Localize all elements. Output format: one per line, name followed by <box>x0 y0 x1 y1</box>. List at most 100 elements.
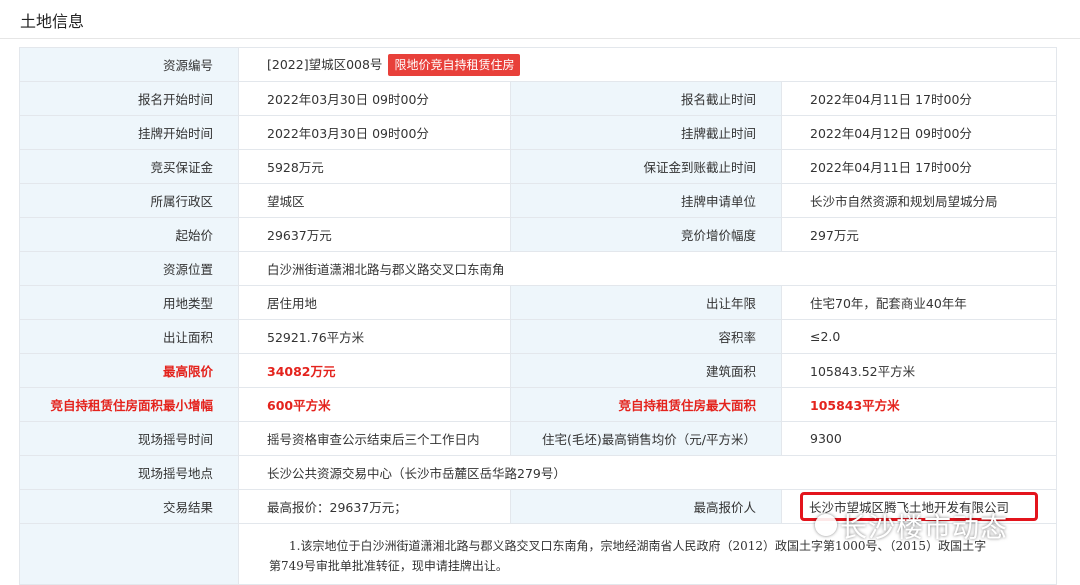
field-value-text: 望城区 <box>267 194 305 209</box>
field-label-text: 最高报价人 <box>693 500 756 515</box>
field-value: 5928万元 <box>238 149 511 184</box>
field-label-text: 用地类型 <box>162 296 213 311</box>
field-label-text: 建筑面积 <box>705 364 756 379</box>
field-label: 保证金到账截止时间 <box>510 149 782 184</box>
field-value: 600平方米 <box>238 387 511 422</box>
field-label-text: 竞价增价幅度 <box>680 228 756 243</box>
field-value-text: 2022年04月11日 17时00分 <box>810 160 972 175</box>
field-label: 现场摇号地点 <box>19 455 239 490</box>
field-label: 现场摇号时间 <box>19 421 239 456</box>
type-badge: 限地价竞自持租赁住房 <box>388 53 521 76</box>
field-value-text: 白沙洲街道潇湘北路与郡义路交叉口东南角 <box>267 262 505 277</box>
field-label-text: 现场摇号地点 <box>137 466 213 481</box>
field-value: 29637万元 <box>238 217 511 252</box>
field-value: 白沙洲街道潇湘北路与郡义路交叉口东南角 <box>237 251 1058 286</box>
field-value: 2022年03月30日 09时00分 <box>238 115 511 150</box>
field-label-text: 竞自持租赁住房面积最小增幅 <box>50 398 213 413</box>
note-label <box>19 523 239 585</box>
field-label-text: 出让面积 <box>162 330 213 345</box>
field-label-text: 容积率 <box>718 330 756 345</box>
field-label: 起始价 <box>19 217 239 252</box>
field-label: 用地类型 <box>19 285 239 320</box>
field-label: 挂牌开始时间 <box>19 115 239 150</box>
field-value-text: 52921.76平方米 <box>267 330 365 345</box>
field-label: 资源位置 <box>19 251 239 286</box>
field-value: [2022]望城区008号 限地价竞自持租赁住房 <box>237 47 1058 82</box>
field-value-text: 34082万元 <box>267 364 336 379</box>
field-value: ≤2.0 <box>780 319 1058 354</box>
table-row: 报名开始时间 2022年03月30日 09时00分 报名截止时间 2022年04月11… <box>19 81 1058 116</box>
field-label-text: 住宅(毛坯)最高销售均价（元/平方米） <box>542 432 756 447</box>
table-row: 竞自持租赁住房面积最小增幅 600平方米 竞自持租赁住房最大面积 105843平方米 <box>19 387 1058 422</box>
field-label: 交易结果 <box>19 489 239 524</box>
table-row: 资源位置 白沙洲街道潇湘北路与郡义路交叉口东南角 <box>19 251 1058 286</box>
table-row: 挂牌开始时间 2022年03月30日 09时00分 挂牌截止时间 2022年04月12… <box>19 115 1058 150</box>
table-row: 最高限价 34082万元 建筑面积 105843.52平方米 <box>19 353 1058 388</box>
field-label: 挂牌申请单位 <box>510 183 782 218</box>
table-row: 出让面积 52921.76平方米 容积率 ≤2.0 <box>19 319 1058 354</box>
table-row: 起始价 29637万元 竞价增价幅度 297万元 <box>19 217 1058 252</box>
watermark: 长沙楼市动态 <box>840 513 1008 544</box>
field-label-text: 现场摇号时间 <box>137 432 213 447</box>
field-label: 竞自持租赁住房面积最小增幅 <box>19 387 239 422</box>
field-label-text: 报名截止时间 <box>680 92 756 107</box>
field-value-text: 105843.52平方米 <box>810 364 916 379</box>
field-value: 297万元 <box>780 217 1058 252</box>
field-value: 34082万元 <box>238 353 511 388</box>
field-value-text: 29637万元 <box>267 228 332 243</box>
table-row: 现场摇号时间 摇号资格审查公示结束后三个工作日内 住宅(毛坯)最高销售均价（元/平方… <box>19 421 1058 456</box>
field-value: 住宅70年，配套商业40年年 <box>780 285 1058 320</box>
field-label-text: 起始价 <box>175 228 213 243</box>
table-row: 竞买保证金 5928万元 保证金到账截止时间 2022年04月11日 17时00分 <box>19 149 1058 184</box>
field-value: 2022年04月11日 17时00分 <box>780 149 1058 184</box>
field-value: 105843.52平方米 <box>780 353 1058 388</box>
field-value: 居住用地 <box>238 285 511 320</box>
title-divider <box>0 38 1080 39</box>
field-value-text: 105843平方米 <box>810 398 900 413</box>
field-value-text: 5928万元 <box>267 160 324 175</box>
field-label: 出让年限 <box>510 285 782 320</box>
table-row: 所属行政区 望城区 挂牌申请单位 长沙市自然资源和规划局望城分局 <box>19 183 1058 218</box>
field-label: 挂牌截止时间 <box>510 115 782 150</box>
field-value-text: 居住用地 <box>267 296 318 311</box>
field-value-text: 600平方米 <box>267 398 331 413</box>
field-label: 容积率 <box>510 319 782 354</box>
field-label-text: 挂牌截止时间 <box>680 126 756 141</box>
field-label: 报名开始时间 <box>19 81 239 116</box>
field-value-text: 297万元 <box>810 228 859 243</box>
field-label-text: 交易结果 <box>162 500 213 515</box>
field-value: 2022年03月30日 09时00分 <box>238 81 511 116</box>
field-label: 报名截止时间 <box>510 81 782 116</box>
field-value-text: 2022年04月11日 17时00分 <box>810 92 972 107</box>
field-value: 长沙市自然资源和规划局望城分局 <box>780 183 1058 218</box>
table-row: 现场摇号地点 长沙公共资源交易中心（长沙市岳麓区岳华路279号） <box>19 455 1058 490</box>
field-label: 最高报价人 <box>510 489 782 524</box>
field-value: 摇号资格审查公示结束后三个工作日内 <box>238 421 511 456</box>
field-value-text: 2022年03月30日 09时00分 <box>267 92 429 107</box>
field-value-text: 2022年03月30日 09时00分 <box>267 126 429 141</box>
field-value-text: [2022]望城区008号 <box>267 56 383 72</box>
field-label-text: 挂牌申请单位 <box>680 194 756 209</box>
field-value: 长沙公共资源交易中心（长沙市岳麓区岳华路279号） <box>237 455 1058 490</box>
field-label: 建筑面积 <box>510 353 782 388</box>
field-label: 最高限价 <box>19 353 239 388</box>
field-label: 竞价增价幅度 <box>510 217 782 252</box>
field-value-text: 9300 <box>810 431 842 446</box>
field-value: 9300 <box>780 421 1058 456</box>
page-title: 土地信息 <box>20 12 85 31</box>
land-info-table: 资源编号 [2022]望城区008号 限地价竞自持租赁住房报名开始时间 2022年03… <box>19 47 1058 585</box>
field-value-text: 摇号资格审查公示结束后三个工作日内 <box>267 432 480 447</box>
field-label-text: 竞自持租赁住房最大面积 <box>618 398 756 413</box>
table-row: 资源编号 [2022]望城区008号 限地价竞自持租赁住房 <box>19 47 1058 82</box>
field-label-text: 最高限价 <box>162 364 213 379</box>
field-label-text: 资源位置 <box>162 262 213 277</box>
field-label: 竞自持租赁住房最大面积 <box>510 387 782 422</box>
table-row: 用地类型 居住用地 出让年限 住宅70年，配套商业40年年 <box>19 285 1058 320</box>
field-label-text: 所属行政区 <box>150 194 213 209</box>
field-label: 住宅(毛坯)最高销售均价（元/平方米） <box>510 421 782 456</box>
field-label-text: 报名开始时间 <box>137 92 213 107</box>
field-value-text: 2022年04月12日 09时00分 <box>810 126 972 141</box>
field-value-text: 长沙公共资源交易中心（长沙市岳麓区岳华路279号） <box>267 466 566 481</box>
field-label-text: 竞买保证金 <box>150 160 213 175</box>
field-value-text: 长沙市自然资源和规划局望城分局 <box>810 194 998 209</box>
